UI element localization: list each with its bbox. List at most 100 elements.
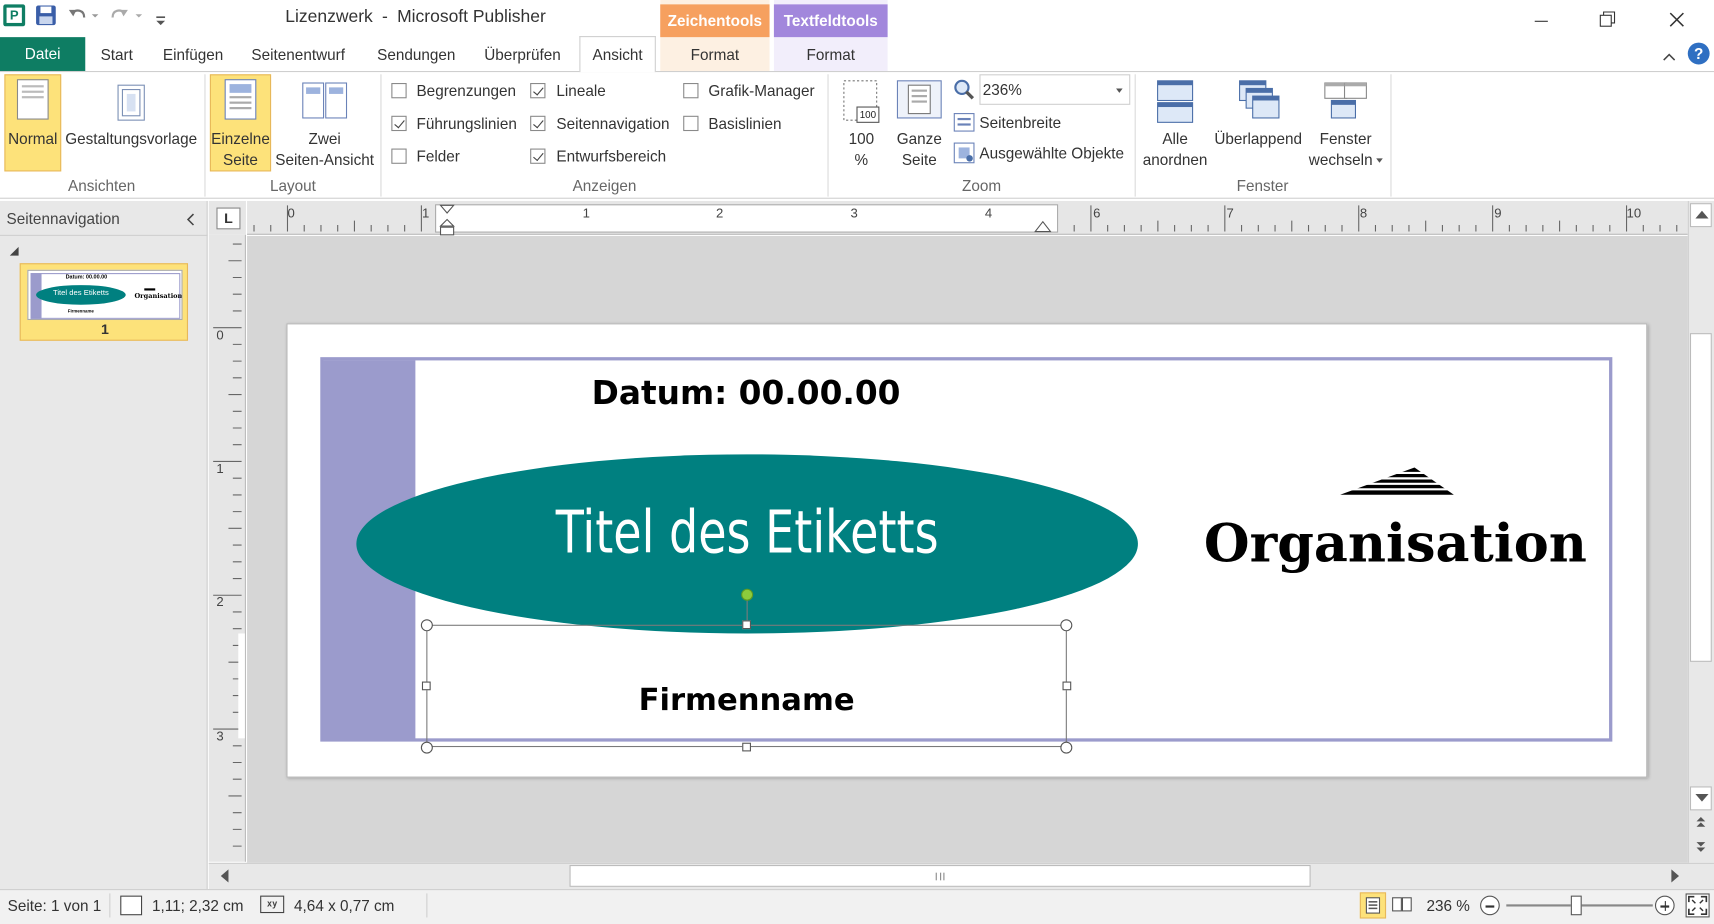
cascade-icon	[1239, 80, 1280, 119]
resize-handle-n[interactable]	[742, 620, 751, 630]
thumbnail-page: Datum: 00.00.00 Titel des Etiketts Organ…	[27, 269, 183, 321]
fuehrungslinien-checkbox[interactable]	[391, 115, 407, 132]
nav-section-divider	[0, 234, 208, 236]
felder-label: Felder	[416, 147, 460, 165]
close-button[interactable]	[1657, 4, 1696, 35]
page-width-button[interactable]: Seitenbreite	[953, 111, 1095, 135]
zoom-out-button[interactable]	[1480, 895, 1500, 916]
zoom-level-text[interactable]: 236 %	[1427, 897, 1470, 914]
zoom-dropdown-icon[interactable]	[1116, 88, 1123, 93]
right-indent-icon[interactable]	[1034, 220, 1052, 233]
tab-ueberpruefen[interactable]: Überprüfen	[484, 46, 561, 63]
begrenzungen-checkbox[interactable]	[391, 83, 407, 99]
cascade-button[interactable]	[1211, 74, 1305, 171]
left-indent-icon[interactable]	[439, 218, 455, 236]
entwurfsbereich-checkbox[interactable]	[530, 148, 546, 164]
rotation-handle[interactable]	[741, 588, 754, 601]
resize-handle-nw[interactable]	[420, 619, 433, 632]
page-thumbnail[interactable]: Datum: 00.00.00 Titel des Etiketts Organ…	[19, 263, 189, 341]
organisation-text[interactable]: Organisation	[1191, 513, 1599, 574]
whole-page-label: Ganze Seite	[892, 129, 947, 171]
seitennavigation-checkbox[interactable]	[530, 115, 546, 132]
zoom-in-button[interactable]	[1654, 895, 1675, 916]
zoom-combobox[interactable]: 236%	[979, 74, 1131, 105]
save-icon[interactable]	[35, 4, 57, 26]
tab-drawing-format[interactable]: Format	[660, 46, 769, 63]
tab-selector-button[interactable]: L	[216, 207, 241, 230]
vertical-scroll-thumb[interactable]	[1689, 333, 1712, 662]
normal-view-button[interactable]	[4, 74, 62, 172]
two-page-view-icon	[1392, 897, 1412, 912]
app-logo-icon: P	[3, 4, 26, 27]
company-text[interactable]: Firmenname	[426, 682, 1067, 718]
single-page-label-line1: Einzelne	[211, 129, 270, 148]
tab-ansicht[interactable]: Ansicht	[579, 36, 656, 73]
fit-page-icon	[1688, 895, 1708, 915]
scroll-down-button[interactable]	[1689, 786, 1712, 811]
group-layout: Layout	[269, 176, 316, 195]
master-page-button[interactable]	[63, 74, 199, 171]
zoom-slider-thumb[interactable]	[1571, 895, 1583, 916]
horizontal-scroll-thumb[interactable]	[569, 865, 1311, 887]
nav-collapse-icon[interactable]	[184, 212, 197, 227]
tab-sendungen[interactable]: Sendungen	[377, 46, 455, 63]
ribbon-collapse-icon[interactable]	[1662, 48, 1677, 61]
title-text[interactable]: Titel des Etiketts	[442, 498, 1052, 567]
previous-page-icon[interactable]	[1692, 815, 1709, 830]
resize-handle-ne[interactable]	[1060, 619, 1073, 632]
minimize-button[interactable]	[1522, 4, 1561, 35]
resize-handle-s[interactable]	[742, 742, 751, 752]
restore-icon	[1599, 11, 1616, 27]
grafik-manager-checkbox[interactable]	[683, 83, 699, 99]
tab-seitenentwurf[interactable]: Seitenentwurf	[251, 46, 345, 63]
first-line-indent-icon[interactable]	[439, 203, 455, 216]
group-zoom: Zoom	[962, 176, 1002, 195]
undo-dropdown-icon[interactable]	[91, 14, 99, 18]
scroll-up-button[interactable]	[1689, 203, 1712, 228]
master-page-label: Gestaltungsvorlage	[65, 129, 198, 148]
tab-datei[interactable]: Datei	[0, 37, 86, 71]
zoom-magnifier-icon	[953, 79, 975, 101]
ruler-number: 3	[216, 728, 224, 744]
selected-objects-button[interactable]: Ausgewählte Objekte	[953, 142, 1128, 166]
resize-handle-sw[interactable]	[420, 741, 433, 754]
resize-handle-e[interactable]	[1062, 681, 1072, 691]
lineale-label: Lineale	[556, 81, 606, 100]
undo-icon[interactable]	[68, 7, 88, 24]
lineale-checkbox[interactable]	[530, 83, 546, 99]
ruler-number: 10	[1626, 205, 1642, 221]
felder-checkbox[interactable]	[391, 148, 407, 164]
scroll-right-button[interactable]	[1664, 865, 1686, 887]
application-name: Microsoft Publisher	[397, 7, 546, 27]
basislinien-checkbox[interactable]	[683, 115, 699, 132]
zoom-100-icon-text: 100	[860, 110, 877, 121]
page-width-label: Seitenbreite	[979, 113, 1062, 132]
single-page-view-button[interactable]	[1359, 892, 1387, 919]
scroll-left-button[interactable]	[214, 865, 236, 887]
next-page-icon[interactable]	[1692, 839, 1709, 854]
restore-button[interactable]	[1587, 4, 1626, 35]
status-divider	[109, 893, 111, 918]
two-page-view-button[interactable]	[1390, 892, 1416, 918]
redo-icon[interactable]	[109, 7, 129, 24]
cascade-label: Überlappend	[1214, 129, 1302, 148]
page-status[interactable]: Seite: 1 von 1	[8, 897, 102, 914]
help-icon[interactable]: ?	[1687, 42, 1710, 65]
date-text[interactable]: Datum: 00.00.00	[590, 375, 902, 413]
single-page-view-icon	[1365, 897, 1381, 914]
qat-customize-icon[interactable]	[155, 12, 166, 26]
fit-page-button[interactable]	[1685, 893, 1710, 918]
tab-start[interactable]: Start	[101, 46, 133, 63]
ruler-number: 6	[1093, 205, 1101, 221]
vertical-ruler[interactable]	[208, 234, 246, 862]
thumbnail-title: Titel des Etiketts	[52, 289, 109, 298]
resize-handle-se[interactable]	[1060, 741, 1073, 754]
basislinien-label: Basislinien	[708, 114, 782, 133]
scroll-right-icon	[1671, 869, 1680, 883]
tab-einfuegen[interactable]: Einfügen	[163, 46, 223, 63]
redo-dropdown-icon[interactable]	[135, 14, 143, 18]
resize-handle-w[interactable]	[421, 681, 431, 691]
tab-textbox-format[interactable]: Format	[774, 46, 888, 63]
two-page-icon	[302, 82, 348, 119]
section-expand-icon[interactable]	[9, 242, 20, 256]
